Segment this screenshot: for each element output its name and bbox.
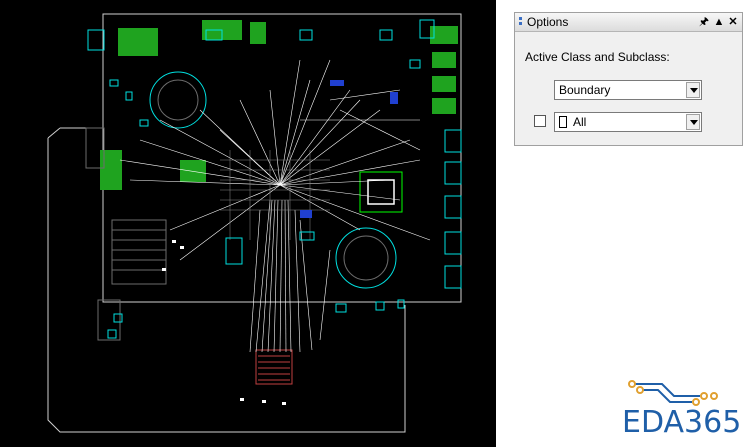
chevron-down-icon[interactable]: [686, 82, 700, 98]
options-titlebar[interactable]: Options 🖈 ▲ ✕: [515, 13, 742, 32]
board-outline: [102, 13, 462, 303]
subclass-select[interactable]: All: [554, 112, 702, 132]
pcb-drawing: [47, 13, 462, 433]
class-select-value: Boundary: [559, 83, 611, 97]
copper-areas: [100, 20, 458, 190]
hatched-areas: [85, 127, 167, 341]
pcb-canvas[interactable]: [0, 0, 496, 447]
subclass-select-value: All: [573, 115, 587, 129]
mount-circle-2: [335, 227, 397, 289]
class-select[interactable]: Boundary: [554, 80, 702, 100]
logo-text: EDA365: [622, 405, 742, 440]
bottom-connector: [255, 349, 293, 385]
options-panel: Options 🖈 ▲ ✕ Active Class and Subclass:…: [514, 12, 743, 146]
qfp-package: [359, 171, 403, 213]
grip-icon[interactable]: [519, 17, 523, 27]
small-pads: [107, 29, 421, 339]
active-class-label: Active Class and Subclass:: [525, 50, 670, 64]
routing-region: [220, 150, 330, 240]
chevron-down-icon[interactable]: [686, 114, 700, 130]
circuit-trace-icon: [628, 380, 718, 406]
color-swatch-icon: [559, 116, 567, 128]
close-icon[interactable]: ✕: [727, 13, 739, 31]
pin-icon[interactable]: 🖈: [698, 13, 710, 31]
triangle-up-icon[interactable]: ▲: [713, 13, 725, 31]
eda365-logo: EDA365: [622, 376, 742, 442]
subclass-checkbox[interactable]: [534, 115, 546, 127]
connector-boxes: [87, 19, 462, 289]
options-title: Options: [527, 15, 569, 29]
